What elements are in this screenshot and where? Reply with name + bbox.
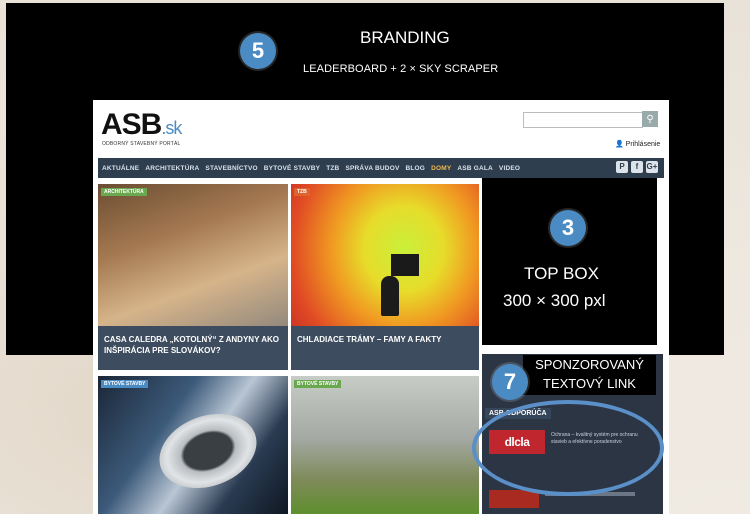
pinterest-icon[interactable]: P <box>616 161 628 173</box>
main-nav: AKTUÁLNE ARCHITEKTÚRA STAVEBNÍCTVO BYTOV… <box>98 158 664 178</box>
branding-subtitle: LEADERBOARD + 2 × SKY SCRAPER <box>303 63 499 75</box>
sponsored-badge: 7 <box>492 364 528 400</box>
person-graphic <box>381 276 399 316</box>
pipe-graphic <box>149 401 267 501</box>
promo-thumbnail[interactable] <box>489 490 539 508</box>
article-tile[interactable]: ARCHITEKTÚRA CASA CALEDRA „KOTOLNÝ“ Z AN… <box>98 184 288 370</box>
search-input[interactable] <box>523 112 643 128</box>
top-box-ad <box>482 178 657 345</box>
nav-item[interactable]: AKTUÁLNE <box>102 165 139 172</box>
branding-title: BRANDING <box>360 28 450 47</box>
topbox-size: 300 × 300 pxl <box>503 291 606 310</box>
category-badge: BYTOVÉ STAVBY <box>294 380 342 388</box>
google-plus-icon[interactable]: G+ <box>646 161 658 173</box>
site-tagline: ODBORNÝ STAVEBNÝ PORTÁL <box>102 141 181 147</box>
category-badge: ARCHITEKTÚRA <box>101 188 147 196</box>
site-logo[interactable]: ASB.sk <box>101 108 182 142</box>
article-caption[interactable]: CHLADIACE TRÁMY – FAMY A FAKTY <box>291 326 479 370</box>
article-tile[interactable]: BYTOVÉ STAVBY <box>98 376 288 514</box>
nav-item[interactable]: BLOG <box>405 165 425 172</box>
nav-item[interactable]: STAVEBNÍCTVO <box>205 165 257 172</box>
nav-item[interactable]: TZB <box>326 165 339 172</box>
sponsored-label: SPONZOROVANÝ TEXTOVÝ LINK <box>523 355 656 395</box>
category-badge: TZB <box>294 188 310 196</box>
monitor-graphic <box>391 254 419 276</box>
topbox-badge: 3 <box>550 210 586 246</box>
nav-item[interactable]: VIDEO <box>499 165 520 172</box>
article-tile[interactable]: BYTOVÉ STAVBY <box>291 376 479 514</box>
nav-item[interactable]: ARCHITEKTÚRA <box>145 165 199 172</box>
nav-item[interactable]: BYTOVÉ STAVBY <box>264 165 320 172</box>
highlight-ellipse <box>472 400 664 496</box>
facebook-icon[interactable]: f <box>631 161 643 173</box>
nav-item[interactable]: ASB GALA <box>457 165 493 172</box>
search-icon[interactable]: ⚲ <box>642 111 658 127</box>
article-tile[interactable]: TZB CHLADIACE TRÁMY – FAMY A FAKTY <box>291 184 479 370</box>
article-caption[interactable]: CASA CALEDRA „KOTOLNÝ“ Z ANDYNY AKO INŠP… <box>98 326 288 370</box>
topbox-title: TOP BOX <box>524 264 599 283</box>
nav-item[interactable]: SPRÁVA BUDOV <box>345 165 399 172</box>
login-link[interactable]: 👤 Prihlásenie <box>615 140 660 148</box>
nav-item[interactable]: DOMY <box>431 165 451 172</box>
social-links: P f G+ <box>616 161 658 173</box>
category-badge: BYTOVÉ STAVBY <box>101 380 149 388</box>
branding-badge: 5 <box>240 33 276 69</box>
